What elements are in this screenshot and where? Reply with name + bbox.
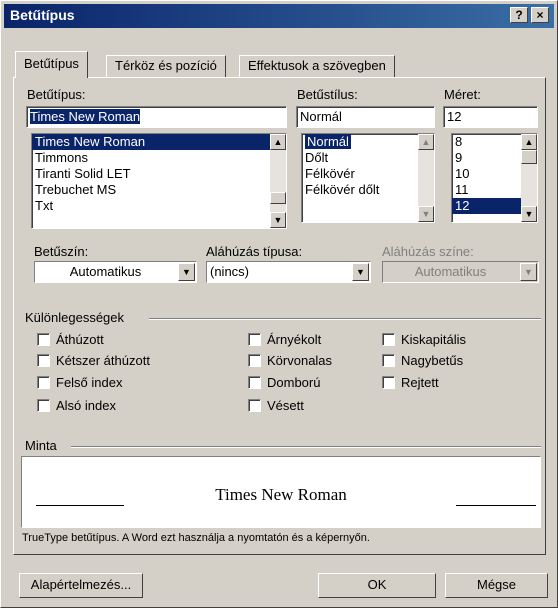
list-item[interactable]: Txt	[32, 198, 286, 214]
preview-underline-left	[36, 505, 124, 506]
list-item[interactable]: Félkövér	[302, 166, 434, 182]
chevron-down-icon[interactable]: ▼	[352, 263, 369, 281]
list-item[interactable]: Times New Roman	[32, 134, 286, 150]
checkbox-box[interactable]	[37, 333, 50, 346]
font-dialog: Betűtípus ? × Betűtípus Térköz és pozíci…	[0, 0, 558, 608]
style-list-scrollbar: ▲ ▼	[418, 134, 434, 222]
font-list[interactable]: Times New Roman Timmons Tiranti Solid LE…	[31, 133, 287, 229]
chevron-down-icon: ▼	[520, 263, 537, 281]
checkbox-box[interactable]	[248, 376, 261, 389]
set-default-button[interactable]: Alapértelmezés...	[19, 573, 143, 598]
underline-value: (nincs)	[210, 264, 250, 279]
preview-underline-right	[456, 505, 536, 506]
checkbox-box[interactable]	[37, 354, 50, 367]
style-list[interactable]: Normál Dőlt Félkövér Félkövér dőlt ▲ ▼	[301, 133, 435, 223]
list-item[interactable]: Normál	[302, 134, 434, 150]
checkbox-box[interactable]	[382, 354, 395, 367]
scroll-down-arrow-icon[interactable]: ▼	[521, 206, 537, 222]
checkbox-box[interactable]	[248, 399, 261, 412]
title-bar: Betűtípus ? ×	[4, 4, 554, 28]
underline-color-select: Automatikus ▼	[382, 261, 539, 283]
scroll-up-arrow-icon: ▲	[418, 134, 434, 150]
underline-label: Aláhúzás típusa:	[206, 244, 303, 259]
effects-label: Különlegességek	[25, 310, 125, 325]
checkbox-label: Vésett	[267, 398, 304, 413]
effects-divider	[149, 318, 541, 320]
window-title: Betűtípus	[10, 7, 75, 23]
tab-spacing[interactable]: Térköz és pozíció	[106, 55, 226, 77]
checkbox-box[interactable]	[248, 354, 261, 367]
scroll-down-arrow-icon[interactable]: ▼	[270, 212, 286, 228]
preview-text: Times New Roman	[215, 485, 347, 504]
font-list-scrollbar[interactable]: ▲ ▼	[270, 134, 286, 228]
font-input-value: Times New Roman	[30, 109, 141, 124]
truetype-note: TrueType betűtípus. A Word ezt használja…	[22, 532, 370, 544]
size-input[interactable]: 12	[443, 106, 538, 128]
preview-divider	[71, 446, 541, 448]
checkbox-label: Nagybetűs	[401, 353, 464, 368]
close-button[interactable]: ×	[531, 7, 549, 23]
list-item-selected-text: Normál	[305, 134, 351, 149]
checkbox-label: Árnyékolt	[267, 332, 322, 347]
list-item[interactable]: Félkövér dőlt	[302, 182, 434, 198]
underline-color-value: Automatikus	[414, 264, 487, 279]
underline-color-label: Aláhúzás színe:	[382, 244, 474, 259]
checkbox-label: Rejtett	[401, 375, 439, 390]
checkbox-box[interactable]	[248, 333, 261, 346]
tab-effects[interactable]: Effektusok a szövegben	[239, 55, 395, 77]
size-label: Méret:	[444, 87, 481, 102]
checkbox-label: Körvonalas	[267, 353, 333, 368]
checkbox-label: Domború	[267, 375, 321, 390]
chevron-down-icon[interactable]: ▼	[178, 263, 195, 281]
size-list[interactable]: 8 9 10 11 12 ▲ ▼	[451, 133, 538, 223]
checkbox-label: Áthúzott	[56, 332, 104, 347]
list-item[interactable]: Trebuchet MS	[32, 182, 286, 198]
font-input[interactable]: Times New Roman	[26, 106, 287, 128]
checkbox-box[interactable]	[37, 399, 50, 412]
cancel-button[interactable]: Mégse	[445, 573, 548, 598]
checkbox-box[interactable]	[37, 376, 50, 389]
checkbox-label: Alsó index	[56, 398, 116, 413]
underline-select[interactable]: (nincs) ▼	[206, 261, 371, 283]
color-value: Automatikus	[69, 264, 142, 279]
checkbox-label: Kiskapitális	[401, 332, 467, 347]
preview-label: Minta	[25, 438, 57, 453]
checkbox-label: Felső index	[56, 375, 123, 390]
preview-box: Times New Roman	[21, 456, 541, 528]
list-item[interactable]: Timmons	[32, 150, 286, 166]
scroll-thumb[interactable]	[521, 150, 537, 164]
scroll-down-arrow-icon: ▼	[418, 206, 434, 222]
color-select[interactable]: Automatikus ▼	[34, 261, 197, 283]
checkbox-box[interactable]	[382, 376, 395, 389]
style-input[interactable]: Normál	[296, 106, 435, 128]
scroll-up-arrow-icon[interactable]: ▲	[270, 134, 286, 150]
font-label: Betűtípus:	[27, 87, 86, 102]
list-item[interactable]: Tiranti Solid LET	[32, 166, 286, 182]
checkbox-box[interactable]	[382, 333, 395, 346]
tab-font[interactable]: Betűtípus	[15, 51, 88, 78]
checkbox-label: Kétszer áthúzott	[56, 353, 150, 368]
help-button[interactable]: ?	[510, 7, 528, 23]
style-label: Betűstílus:	[297, 87, 358, 102]
scroll-thumb[interactable]	[270, 192, 286, 204]
list-item[interactable]: Dőlt	[302, 150, 434, 166]
ok-button[interactable]: OK	[318, 573, 436, 598]
scroll-up-arrow-icon[interactable]: ▲	[521, 134, 537, 150]
color-label: Betűszín:	[34, 244, 89, 259]
size-list-scrollbar[interactable]: ▲ ▼	[521, 134, 537, 222]
